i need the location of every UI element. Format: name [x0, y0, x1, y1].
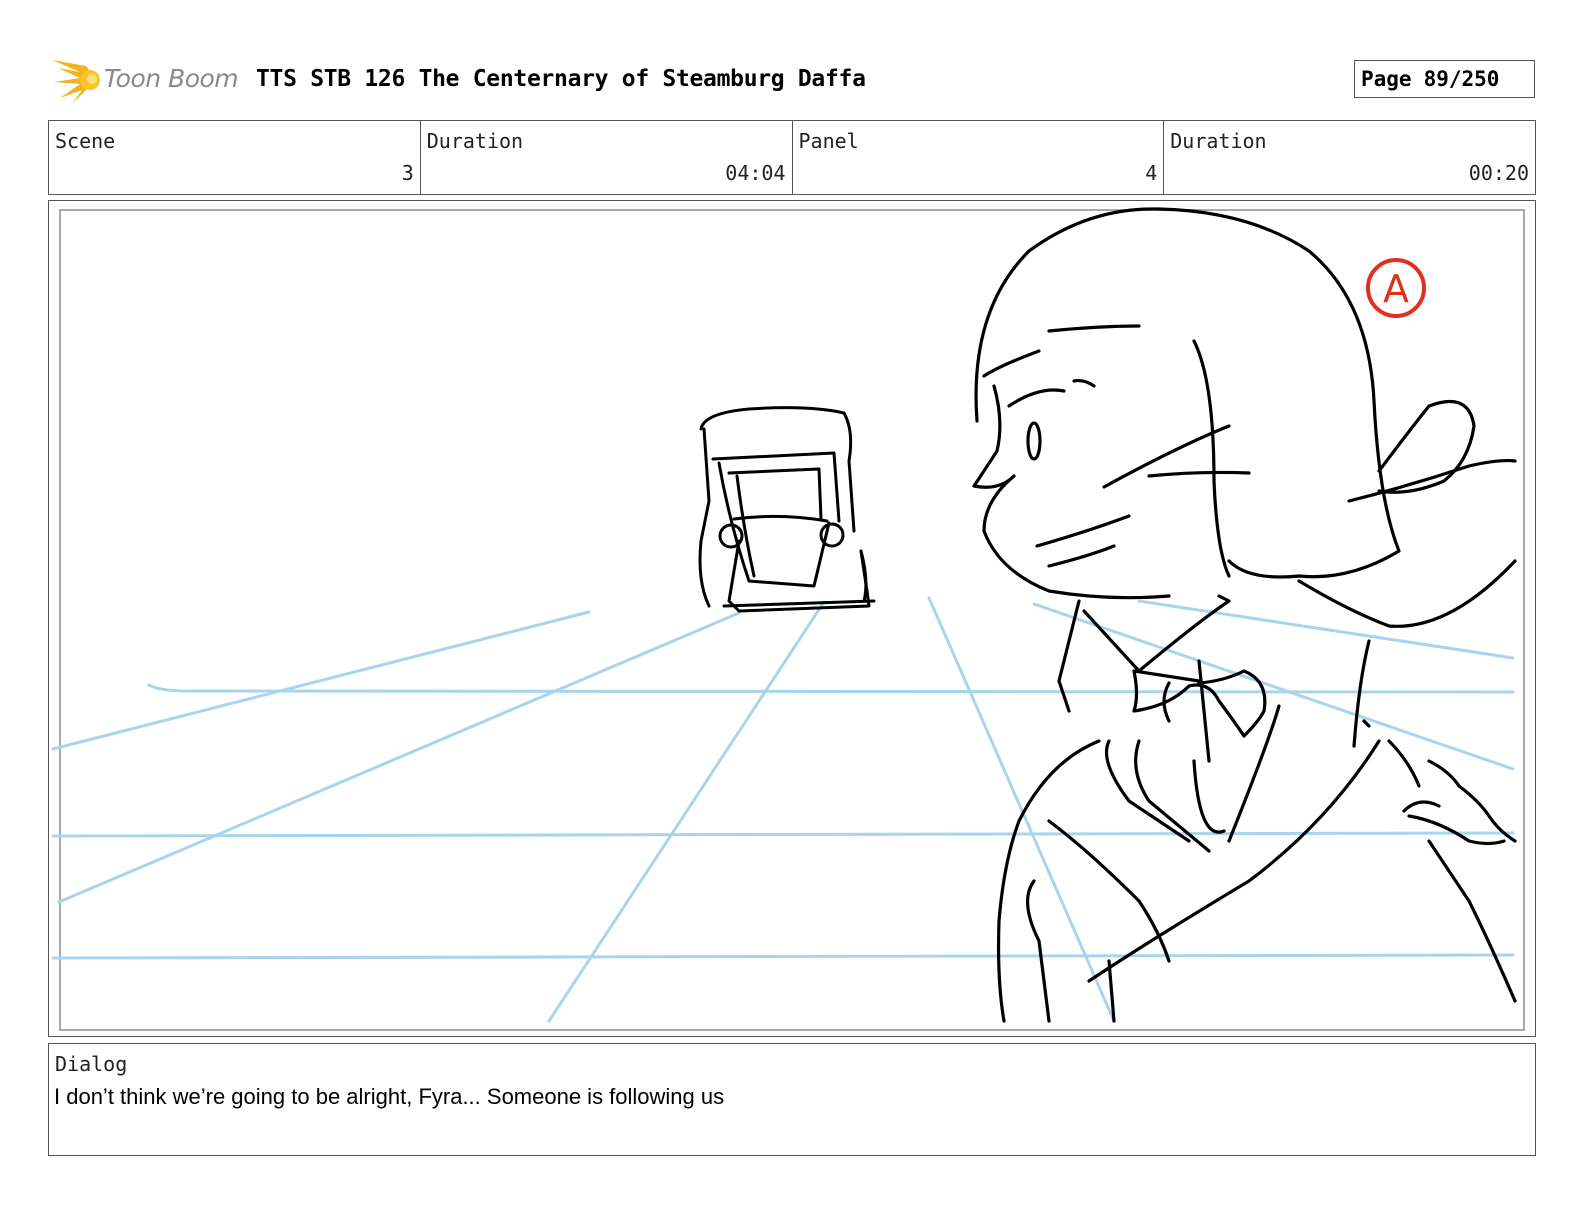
toon-boom-logo: Toon Boom	[50, 54, 240, 108]
car-sketch	[698, 406, 876, 613]
panel-cell: Panel 4	[793, 121, 1165, 194]
panel-duration-cell: Duration 00:20	[1164, 121, 1535, 194]
dialog-box: Dialog I don’t think we’re going to be a…	[48, 1043, 1536, 1156]
scene-duration-cell: Duration 04:04	[421, 121, 793, 194]
perspective-guides	[51, 596, 1515, 1023]
annotation-mark: A	[1383, 267, 1409, 311]
logo-text: Toon Boom	[104, 64, 239, 93]
dialog-text: I don’t think we’re going to be alright,…	[54, 1084, 725, 1109]
document-title: TTS STB 126 The Centernary of Steamburg …	[256, 66, 866, 92]
panel-value: 4	[1145, 161, 1158, 185]
page-indicator: Page 89/250	[1354, 60, 1535, 98]
panel-duration-value: 00:20	[1468, 161, 1529, 185]
scene-duration-value: 04:04	[725, 161, 786, 185]
annotation-a-icon: A	[1366, 258, 1426, 318]
panel-sketch: A	[51, 207, 1517, 1023]
character-sketch	[972, 207, 1517, 1023]
scene-duration-label: Duration	[426, 129, 524, 153]
scene-cell: Scene 3	[49, 121, 421, 194]
scene-value: 3	[401, 161, 414, 185]
panel-duration-label: Duration	[1170, 129, 1267, 153]
scene-label: Scene	[55, 129, 116, 153]
page-number: 89/250	[1423, 67, 1500, 91]
dialog-label: Dialog	[55, 1052, 128, 1076]
page-label: Page	[1361, 67, 1412, 91]
storyboard-panel: A	[48, 200, 1536, 1037]
info-row: Scene 3 Duration 04:04 Panel 4 Duration …	[48, 120, 1536, 195]
panel-label: Panel	[798, 129, 859, 153]
logo-burst-icon	[52, 60, 100, 104]
